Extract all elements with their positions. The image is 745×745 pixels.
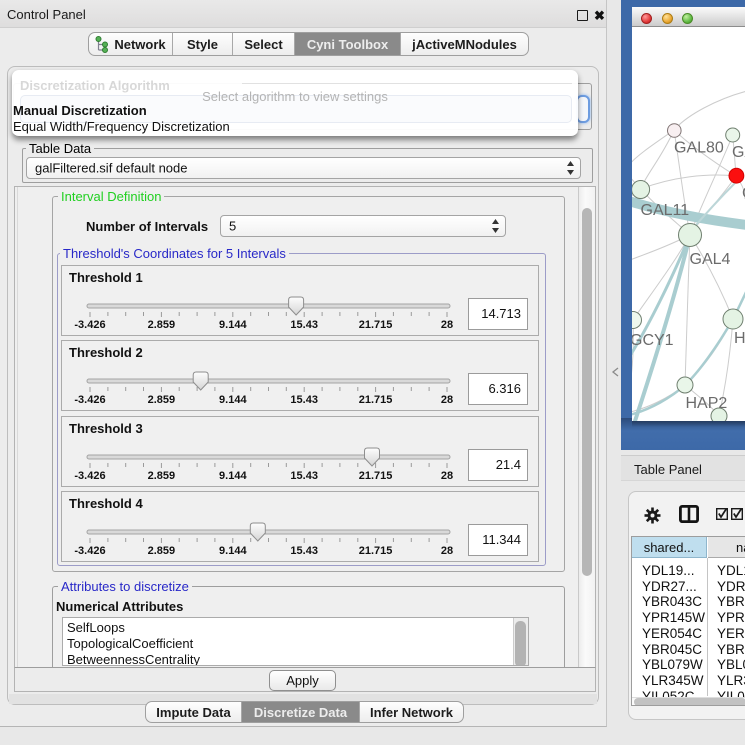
svg-text:HAP2: HAP2 <box>686 395 728 412</box>
svg-text:2.859: 2.859 <box>148 394 176 406</box>
svg-text:GAL4: GAL4 <box>690 251 731 268</box>
svg-text:-3.426: -3.426 <box>74 470 105 482</box>
svg-text:-3.426: -3.426 <box>74 319 105 331</box>
svg-text:9.144: 9.144 <box>219 545 247 557</box>
svg-text:9.144: 9.144 <box>219 470 247 482</box>
svg-text:-3.426: -3.426 <box>74 545 105 557</box>
svg-text:21.715: 21.715 <box>359 545 393 557</box>
svg-text:2.859: 2.859 <box>148 545 176 557</box>
svg-text:2.859: 2.859 <box>148 319 176 331</box>
svg-text:GAL11: GAL11 <box>641 202 690 219</box>
svg-text:2.859: 2.859 <box>148 470 176 482</box>
svg-text:15.43: 15.43 <box>290 319 318 331</box>
svg-text:GAL80: GAL80 <box>674 140 724 157</box>
svg-text:9.144: 9.144 <box>219 394 247 406</box>
svg-text:28: 28 <box>441 545 453 557</box>
svg-text:-3.426: -3.426 <box>74 394 105 406</box>
svg-text:9.144: 9.144 <box>219 319 247 331</box>
svg-text:15.43: 15.43 <box>290 545 318 557</box>
svg-text:28: 28 <box>441 470 453 482</box>
svg-text:28: 28 <box>441 319 453 331</box>
svg-text:15.43: 15.43 <box>290 470 318 482</box>
svg-text:21.715: 21.715 <box>359 319 393 331</box>
svg-text:GCY1: GCY1 <box>632 332 674 349</box>
svg-text:21.715: 21.715 <box>359 470 393 482</box>
svg-text:H: H <box>734 330 745 347</box>
svg-text:28: 28 <box>441 394 453 406</box>
svg-text:GA: GA <box>732 144 745 161</box>
svg-text:15.43: 15.43 <box>290 394 318 406</box>
svg-text:21.715: 21.715 <box>359 394 393 406</box>
